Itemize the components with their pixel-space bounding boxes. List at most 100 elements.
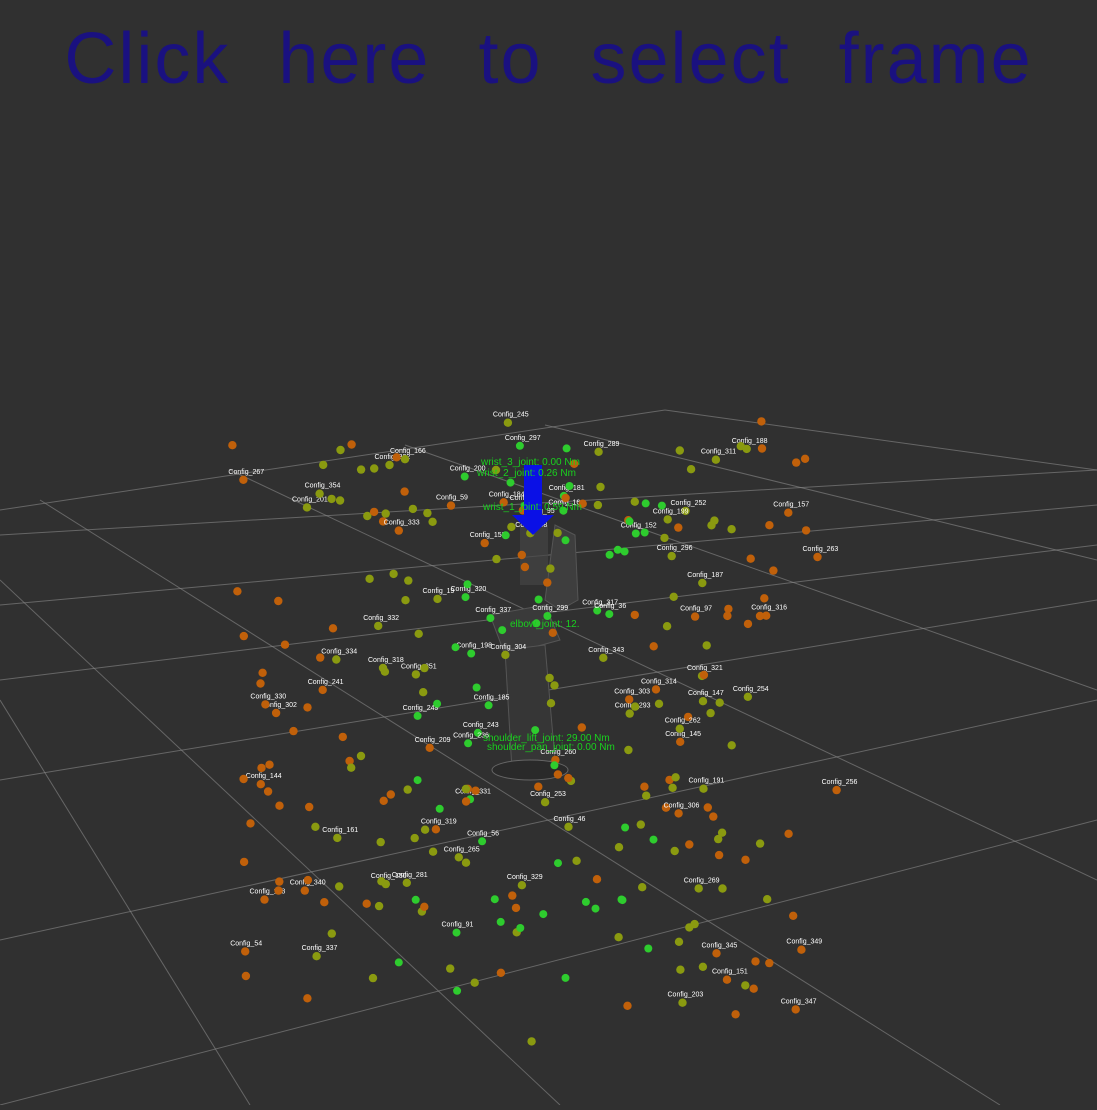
config-sphere [614, 933, 623, 942]
config-sphere [435, 804, 444, 813]
config-sphere [577, 723, 586, 732]
config-sphere [446, 501, 456, 510]
config-sphere [386, 790, 395, 799]
torque-label-elbow: elbow_joint: 12. [510, 619, 580, 630]
config-sphere [484, 701, 493, 710]
config-sphere [446, 964, 455, 973]
config-sphere [649, 835, 658, 844]
config-sphere [394, 526, 403, 535]
config-sphere [561, 493, 570, 503]
config-sphere [623, 1001, 632, 1010]
config-sphere [464, 739, 473, 748]
config-label: Config_249 [403, 705, 439, 712]
config-sphere [333, 833, 342, 843]
config-sphere [516, 924, 525, 932]
config-sphere [303, 994, 312, 1003]
config-sphere [451, 643, 460, 652]
config-sphere [453, 986, 462, 995]
3d-scene[interactable]: Config_201 Config_185 Config_243 Config_203… [0, 0, 1097, 1106]
config-sphere [676, 737, 685, 746]
config-sphere [336, 445, 345, 455]
config-sphere [662, 622, 672, 631]
config-sphere [315, 489, 324, 498]
config-sphere [545, 673, 554, 683]
config-sphere [543, 578, 552, 587]
config-sphere [784, 508, 793, 517]
config-sphere [553, 528, 562, 538]
config-sphere [534, 782, 543, 791]
config-sphere [527, 1037, 536, 1046]
torque-label-wrist-2: wrist_2_joint: 0.26 Nm [476, 468, 576, 479]
config-sphere [561, 973, 570, 982]
config-sphere [377, 877, 386, 886]
config-sphere [335, 882, 344, 891]
config-sphere [274, 596, 283, 606]
config-label: Config_332 [363, 615, 399, 622]
config-sphere [454, 853, 463, 862]
config-sphere [640, 528, 649, 537]
config-sphere [496, 968, 506, 977]
config-label: Config_144 [246, 773, 282, 780]
config-sphere [707, 521, 716, 530]
config-sphere [757, 417, 766, 426]
config-sphere [534, 595, 543, 604]
grid-line [664, 409, 1097, 471]
config-label: Config_97 [680, 606, 712, 613]
config-label: Config_36 [594, 603, 626, 610]
config-sphere [651, 685, 661, 694]
config-sphere [630, 702, 640, 711]
config-label: Config_334 [321, 649, 357, 656]
config-sphere [461, 784, 471, 794]
config-sphere [636, 820, 645, 829]
config-sphere [410, 833, 419, 843]
config-sphere [461, 593, 470, 602]
config-sphere [667, 551, 676, 561]
config-sphere [289, 726, 298, 736]
config-sphere [565, 482, 574, 490]
config-sphere [394, 958, 403, 967]
config-sphere [316, 653, 325, 662]
config-label: Config_337 [475, 607, 511, 614]
config-label: Config_319 [421, 818, 457, 825]
config-sphere [274, 886, 283, 895]
config-sphere [425, 743, 434, 752]
config-sphere [258, 668, 267, 677]
config-sphere [550, 761, 559, 770]
config-sphere [718, 884, 727, 893]
config-label: Config_151 [712, 969, 748, 976]
config-sphere [699, 784, 708, 793]
config-sphere [423, 508, 432, 518]
torque-label-shoulder-pan: shoulder_pan_joint: 0.00 Nm [487, 742, 615, 753]
select-frame-prompt[interactable]: Click here to select frame [0, 18, 1097, 100]
config-label: Config_153 [470, 532, 506, 539]
config-sphere [275, 801, 284, 810]
config-label: Config_59 [436, 495, 468, 502]
config-sphere [561, 536, 570, 545]
config-sphere [769, 566, 778, 575]
config-sphere [630, 497, 639, 506]
config-sphere [614, 843, 624, 852]
config-sphere [492, 554, 501, 564]
config-label: Config_321 [687, 665, 723, 672]
config-sphere [564, 773, 573, 783]
config-sphere [675, 724, 684, 733]
config-sphere [765, 958, 774, 968]
config-sphere [338, 732, 347, 742]
config-sphere [591, 904, 600, 913]
config-sphere [517, 550, 526, 560]
config-sphere [641, 499, 650, 508]
config-sphere [428, 847, 438, 856]
torque-label-wrist-3: wrist_3_joint: 0.00 Nm [480, 457, 580, 468]
config-sphere [613, 545, 622, 554]
config-sphere [813, 552, 822, 562]
grid-line [544, 424, 1097, 561]
config-sphere [762, 611, 771, 620]
config-sphere [347, 763, 356, 772]
grid-line [229, 469, 1097, 881]
config-sphere [261, 700, 270, 709]
config-sphere [553, 770, 563, 779]
3d-viewport[interactable]: Config_201 Config_185 Config_243 Config_203… [0, 0, 1097, 1106]
config-label: Config_262 [665, 718, 701, 725]
config-sphere [461, 797, 471, 806]
config-sphere [318, 685, 327, 695]
